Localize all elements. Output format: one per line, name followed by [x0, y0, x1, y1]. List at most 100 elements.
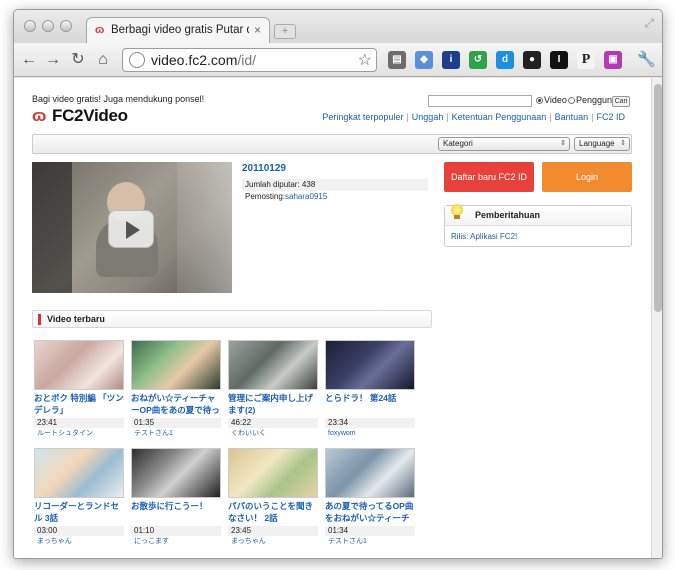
video-uploader[interactable]: ルートシュタイン — [34, 429, 124, 438]
minimize-window-button[interactable] — [42, 20, 54, 32]
nav-separator: | — [406, 112, 409, 122]
video-thumbnail[interactable] — [131, 448, 221, 498]
extension-purple-icon[interactable]: ▣ — [604, 51, 622, 69]
logo-text: FC2Video — [52, 106, 128, 125]
section-accent-bar — [38, 314, 41, 325]
featured-views: Jumlah diputar: 438 — [242, 179, 428, 191]
wrench-menu-icon[interactable]: 🔧 — [637, 50, 656, 68]
video-card[interactable]: お散歩に行こうー！ 01:10 にっこます — [131, 448, 221, 548]
category-select-label: Kategori — [443, 139, 473, 148]
video-title[interactable]: おねがい☆ティーチャーOP曲をあの夏で待っ — [131, 392, 221, 416]
language-select[interactable]: Language ⇕ — [574, 137, 630, 151]
nav-upload-link[interactable]: Unggah — [412, 112, 444, 122]
video-thumbnail[interactable] — [325, 340, 415, 390]
nav-fc2id-link[interactable]: FC2 ID — [596, 112, 625, 122]
category-bar: Kategori ⇕ Language ⇕ — [32, 134, 632, 154]
nav-help-link[interactable]: Bantuan — [555, 112, 589, 122]
radio-user[interactable]: Pengguna — [568, 95, 617, 105]
video-title[interactable]: リコーダーとランドセル 3話 — [34, 500, 124, 524]
nav-terms-link[interactable]: Ketentuan Penggunaan — [452, 112, 547, 122]
radio-user-label: Pengguna — [576, 95, 618, 105]
video-uploader[interactable]: にっこます — [131, 537, 221, 546]
video-card[interactable]: おねがい☆ティーチャーOP曲をあの夏で待っ 01:35 テストさん1 — [131, 340, 221, 440]
video-uploader[interactable]: まっちゃん — [228, 537, 318, 546]
extension-d-icon[interactable]: d — [496, 51, 514, 69]
video-card[interactable]: おとボク 特別編 「ツンデレラ」 23:41 ルートシュタイン — [34, 340, 124, 440]
bookmark-star-icon[interactable]: ☆ — [358, 50, 372, 70]
extension-color-icon[interactable]: ● — [523, 51, 541, 69]
video-thumbnail[interactable] — [34, 340, 124, 390]
featured-uploader: Pemosting:sahara0915 — [242, 191, 428, 203]
search-input[interactable] — [428, 95, 532, 107]
video-title[interactable]: パパのいうことを聞きなさい！ 2話 — [228, 500, 318, 524]
radio-user-dot[interactable] — [568, 97, 575, 104]
featured-video-thumbnail[interactable] — [32, 162, 232, 293]
video-thumbnail[interactable] — [325, 448, 415, 498]
video-duration: 46:22 — [228, 418, 318, 428]
thumb-shadow — [32, 162, 72, 293]
play-button[interactable] — [108, 210, 154, 248]
search-button[interactable]: Cari — [612, 96, 630, 107]
featured-video-title[interactable]: 20110129 — [242, 163, 286, 174]
category-select[interactable]: Kategori ⇕ — [438, 137, 570, 151]
extension-tag-icon[interactable]: ◆ — [415, 51, 433, 69]
nav-ranking-link[interactable]: Peringkat terpopuler — [322, 112, 403, 122]
video-uploader[interactable]: テストさん1 — [131, 429, 221, 438]
latest-videos-title: Video terbaru — [47, 314, 105, 324]
reload-icon[interactable]: ↻ — [69, 50, 87, 70]
video-thumbnail[interactable] — [228, 340, 318, 390]
video-thumbnail[interactable] — [34, 448, 124, 498]
views-label: Jumlah diputar: — [245, 180, 302, 189]
browser-window: ɷ Berbagi video gratis Putar d × + ⤢ ← →… — [13, 9, 663, 559]
fullscreen-icon[interactable]: ⤢ — [644, 16, 654, 31]
video-duration: 23:41 — [34, 418, 124, 428]
video-uploader[interactable]: テストさん1 — [325, 537, 415, 546]
latest-videos-header: Video terbaru — [32, 310, 432, 328]
extension-p-icon[interactable]: P — [577, 51, 595, 69]
video-card[interactable]: 管理にご案内申し上げます(2) 46:22 くわいいく — [228, 340, 318, 440]
extension-reader-icon[interactable]: ▤ — [388, 51, 406, 69]
notice-link[interactable]: Rilis: Aplikasi FC2! — [451, 232, 517, 241]
video-title[interactable]: あの夏で待ってるOP曲をおねがい☆ティーチ — [325, 500, 415, 524]
back-arrow-icon[interactable]: ← — [20, 50, 38, 70]
nav-separator: | — [446, 112, 449, 122]
notice-title: Pemberitahuan — [475, 210, 541, 220]
nav-separator: | — [549, 112, 552, 122]
uploader-link[interactable]: sahara0915 — [285, 192, 327, 201]
top-navigation: Peringkat terpopuler | Unggah | Ketentuan Pe… — [322, 112, 625, 122]
video-uploader[interactable]: foxywom — [325, 429, 415, 438]
video-uploader[interactable]: くわいいく — [228, 429, 318, 438]
tab-close-icon[interactable]: × — [254, 23, 261, 37]
browser-tab[interactable]: ɷ Berbagi video gratis Putar d × — [86, 17, 270, 44]
home-icon[interactable]: ⌂ — [94, 50, 112, 70]
extension-info-icon[interactable]: i — [442, 51, 460, 69]
video-uploader[interactable]: まっちゃん — [34, 537, 124, 546]
video-title[interactable]: お散歩に行こうー！ — [131, 500, 221, 524]
video-card[interactable]: リコーダーとランドセル 3話 03:00 まっちゃん — [34, 448, 124, 548]
bulb-base — [454, 215, 460, 219]
video-title[interactable]: とらドラ！ 第24話 — [325, 392, 415, 416]
register-button[interactable]: Daftar baru FC2 ID — [444, 162, 534, 192]
video-title[interactable]: おとボク 特別編 「ツンデレラ」 — [34, 392, 124, 416]
video-card[interactable]: とらドラ！ 第24話 23:34 foxywom — [325, 340, 415, 440]
radio-video-dot[interactable] — [536, 97, 543, 104]
video-card[interactable]: あの夏で待ってるOP曲をおねがい☆ティーチ 01:34 テストさん1 — [325, 448, 415, 548]
address-bar[interactable]: video.fc2.com/id/ ☆ — [122, 48, 377, 72]
select-arrows-icon: ⇕ — [560, 140, 566, 147]
vertical-scrollbar[interactable] — [651, 78, 662, 558]
radio-video[interactable]: Video — [536, 95, 567, 105]
extension-sync-icon[interactable]: ↺ — [469, 51, 487, 69]
video-card[interactable]: パパのいうことを聞きなさい！ 2話 23:45 まっちゃん — [228, 448, 318, 548]
video-title[interactable]: 管理にご案内申し上げます(2) — [228, 392, 318, 416]
video-thumbnail[interactable] — [228, 448, 318, 498]
close-window-button[interactable] — [24, 20, 36, 32]
zoom-window-button[interactable] — [60, 20, 72, 32]
scrollbar-thumb[interactable] — [654, 84, 662, 312]
video-thumbnail[interactable] — [131, 340, 221, 390]
forward-arrow-icon[interactable]: → — [44, 50, 62, 70]
new-tab-button[interactable]: + — [274, 24, 296, 39]
login-button[interactable]: Login — [542, 162, 632, 192]
address-url[interactable]: video.fc2.com/id/ — [151, 52, 256, 68]
extension-black-icon[interactable]: I — [550, 51, 568, 69]
views-count: 438 — [301, 180, 316, 189]
